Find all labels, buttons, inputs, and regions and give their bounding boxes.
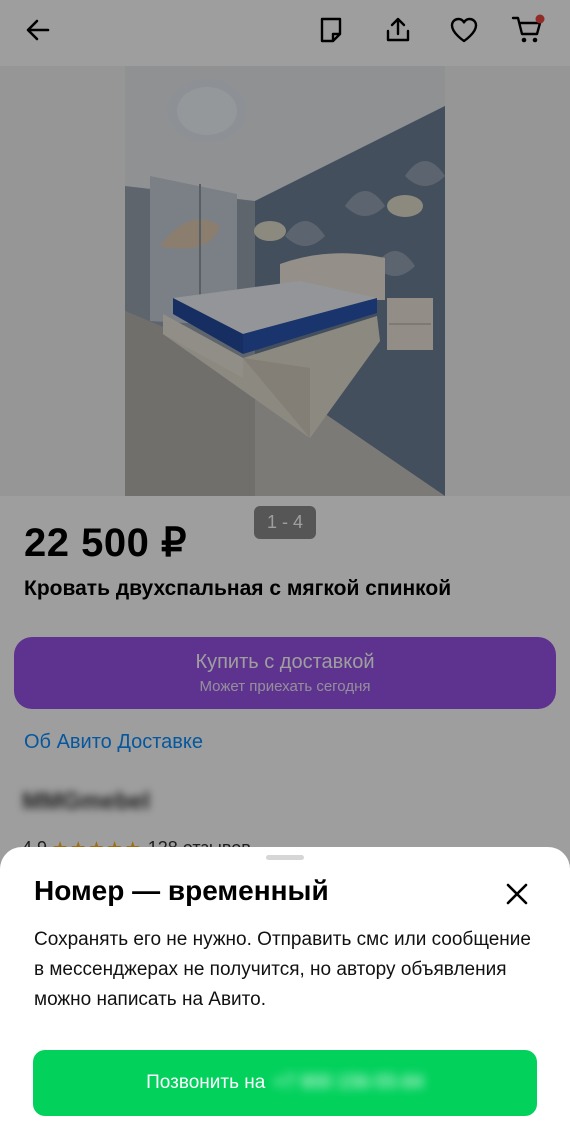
sheet-description: Сохранять его не нужно. Отправить смс ил… bbox=[34, 929, 531, 1010]
call-button[interactable]: Позвонить на +7 900 156-55-84 bbox=[33, 1050, 537, 1116]
close-icon[interactable] bbox=[502, 879, 532, 909]
sheet-drag-handle[interactable] bbox=[266, 855, 304, 860]
call-phone-number: +7 900 156-55-84 bbox=[273, 1072, 424, 1093]
sheet-title: Номер — временный bbox=[34, 875, 329, 906]
temporary-number-sheet: Номер — временный Сохранять его не нужно… bbox=[0, 847, 570, 1137]
call-button-label: Позвонить на bbox=[146, 1072, 266, 1093]
